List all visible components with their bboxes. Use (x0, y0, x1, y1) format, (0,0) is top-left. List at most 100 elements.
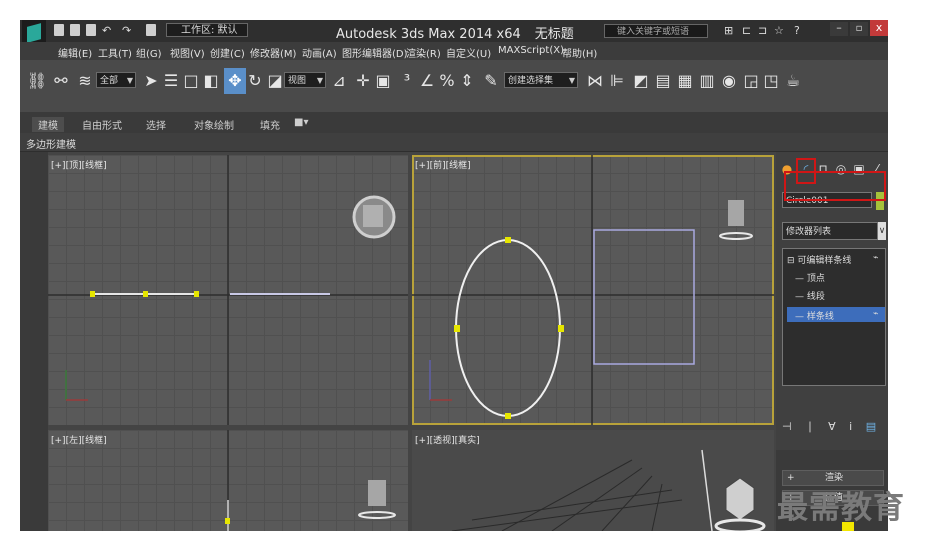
material-editor-icon[interactable]: ◉ (718, 68, 740, 94)
subscription-icon[interactable]: ⊏ (742, 24, 751, 37)
new-file-icon[interactable] (54, 24, 64, 36)
align-icon[interactable]: ⊫ (606, 68, 628, 94)
polygon-modeling-label[interactable]: 多边形建模 (26, 136, 76, 151)
keyboard-shortcut-override-icon[interactable]: ▣ (372, 68, 394, 94)
menu-group[interactable]: 组(G) (136, 45, 162, 60)
title-bar: ↶ ↷ 工作区: 默认 Autodesk 3ds Max 2014 x64 无标题… (20, 20, 888, 50)
maximize-button[interactable]: ▫ (850, 22, 868, 36)
menu-maxscript[interactable]: MAXScript(X) (498, 45, 564, 56)
window-crossing-icon[interactable]: ◧ (200, 68, 222, 94)
layer-manager-icon[interactable]: ◩ (630, 68, 652, 94)
reference-coordinate-dropdown[interactable]: 视图 (284, 72, 326, 88)
named-selection-dropdown[interactable]: 创建选择集 (504, 72, 578, 88)
show-end-result-icon[interactable]: ∣ (807, 420, 813, 433)
pin-stack-icon[interactable]: ⊣ (782, 420, 792, 433)
menu-customize[interactable]: 自定义(U) (446, 45, 491, 60)
modifier-list-dropdown[interactable]: 修改器列表 (782, 222, 878, 240)
render-setup-icon[interactable]: ◲ (740, 68, 762, 94)
undo-icon[interactable]: ↶ (102, 24, 111, 37)
project-folder-icon[interactable] (146, 24, 156, 36)
binoculars-icon[interactable]: ⊞ (724, 24, 733, 37)
select-by-name-icon[interactable]: ☰ (160, 68, 182, 94)
snaps-toggle-icon[interactable]: ³ (396, 68, 418, 94)
viewport-left-strip (20, 152, 48, 531)
scale-icon[interactable]: ◪ (264, 68, 286, 94)
viewport-top[interactable]: [+][顶][线框] (48, 155, 408, 425)
favorites-star-icon[interactable]: ☆ (774, 24, 784, 37)
watermark: 最需教育 (777, 490, 905, 526)
communication-icon[interactable]: ⊐ (758, 24, 767, 37)
menu-create[interactable]: 创建(C) (210, 45, 245, 60)
remove-modifier-icon[interactable]: ⅰ (849, 420, 852, 433)
menu-edit[interactable]: 编辑(E) (58, 45, 92, 60)
graphite-toggle-icon[interactable]: ▤ (652, 68, 674, 94)
viewport-top-scene (48, 155, 408, 425)
tab-selection[interactable]: 选择 (146, 117, 166, 132)
stack-item-spline: — 样条线 (795, 312, 834, 322)
rendered-frame-window-icon[interactable]: ◳ (760, 68, 782, 94)
workspace-dropdown[interactable]: 工作区: 默认 (166, 23, 248, 37)
select-manipulate-icon[interactable]: ✛ (352, 68, 374, 94)
menu-rendering[interactable]: 渲染(R) (406, 45, 441, 60)
select-object-icon[interactable]: ➤ (140, 68, 162, 94)
rectangular-selection-icon[interactable]: □ (180, 68, 202, 94)
main-toolbar: ⛓ ⚯ ≋ 全部 ➤ ☰ □ ◧ ✥ ↻ ◪ 视图 ⊿ ✛ ▣ ³ ∠ % ⇕ … (20, 60, 888, 113)
stack-item-editable-spline[interactable]: ⊟ 可编辑样条线 (787, 253, 851, 266)
rotate-icon[interactable]: ↻ (244, 68, 266, 94)
modifier-stack: ⊟ 可编辑样条线 ⌁ — 顶点 — 线段 — 样条线 ⌁ (782, 248, 886, 386)
viewport-left[interactable]: [+][左][线框] (48, 430, 408, 531)
edit-named-selection-icon[interactable]: ✎ (480, 68, 502, 94)
open-file-icon[interactable] (70, 24, 80, 36)
tab-populate[interactable]: 填充 (260, 117, 280, 132)
menu-modifiers[interactable]: 修改器(M) (250, 45, 296, 60)
render-teapot-icon[interactable]: ☕ (782, 68, 804, 94)
menu-tools[interactable]: 工具(T) (98, 45, 132, 60)
configure-modifier-sets-icon[interactable]: ▤ (866, 420, 876, 433)
minimize-button[interactable]: – (830, 22, 848, 36)
menu-view[interactable]: 视图(V) (170, 45, 205, 60)
save-file-icon[interactable] (86, 24, 96, 36)
stack-item-vertex[interactable]: — 顶点 (795, 271, 825, 284)
wrench-icon: ⌁ (873, 309, 879, 319)
chevron-down-icon[interactable]: ∨ (878, 222, 886, 240)
tab-object-paint[interactable]: 对象绘制 (194, 117, 234, 132)
help-icon[interactable]: ? (794, 24, 800, 37)
bind-space-warp-icon[interactable]: ≋ (74, 68, 96, 94)
link-icon[interactable]: ⛓ (26, 68, 48, 94)
stack-toolbar: ⊣ ∣ ∀ ⅰ ▤ (782, 420, 884, 438)
app-window: ↶ ↷ 工作区: 默认 Autodesk 3ds Max 2014 x64 无标题… (20, 20, 888, 531)
angle-snap-icon[interactable]: ∠ (416, 68, 438, 94)
stack-item-spline-selected[interactable]: — 样条线 ⌁ (787, 307, 885, 322)
max-logo-icon (27, 23, 41, 43)
search-input[interactable]: 键入关键字或短语 (604, 24, 708, 38)
make-unique-icon[interactable]: ∀ (828, 420, 836, 433)
ribbon-bar: 建模 自由形式 选择 对象绘制 填充 ■▾ (20, 113, 888, 133)
curve-editor-icon[interactable]: ▦ (674, 68, 696, 94)
mirror-icon[interactable]: ⋈ (584, 68, 606, 94)
stack-item-segment[interactable]: — 线段 (795, 289, 825, 302)
tab-modeling[interactable]: 建模 (32, 117, 64, 132)
menu-animation[interactable]: 动画(A) (302, 45, 337, 60)
selection-filter-dropdown[interactable]: 全部 (96, 72, 136, 88)
move-icon[interactable]: ✥ (224, 68, 246, 94)
menu-help[interactable]: 帮助(H) (562, 45, 597, 60)
close-button[interactable]: x (870, 20, 888, 36)
stack-item-label: 可编辑样条线 (797, 256, 852, 266)
stack-item-label: 顶点 (806, 274, 825, 284)
viewport-front[interactable]: [+][前][线框] (412, 155, 774, 425)
spline-item-highlight (784, 171, 886, 201)
percent-snap-icon[interactable]: % (436, 68, 458, 94)
viewport-perspective[interactable]: [+][透视][真实] (412, 430, 774, 531)
document-title: 无标题 (534, 27, 574, 42)
spinner-snap-icon[interactable]: ⇕ (456, 68, 478, 94)
tab-freeform[interactable]: 自由形式 (82, 117, 122, 132)
pivot-center-icon[interactable]: ⊿ (328, 68, 350, 94)
unlink-icon[interactable]: ⚯ (50, 68, 72, 94)
menu-graph-editors[interactable]: 图形编辑器(D) (342, 45, 408, 60)
redo-icon[interactable]: ↷ (122, 24, 131, 37)
schematic-view-icon[interactable]: ▥ (696, 68, 718, 94)
stack-item-label: 样条线 (806, 312, 834, 322)
ribbon-options-icon[interactable]: ■▾ (294, 117, 308, 128)
menu-bar: 编辑(E) 工具(T) 组(G) 视图(V) 创建(C) 修改器(M) 动画(A… (20, 42, 888, 60)
watermark-accent (842, 522, 854, 531)
